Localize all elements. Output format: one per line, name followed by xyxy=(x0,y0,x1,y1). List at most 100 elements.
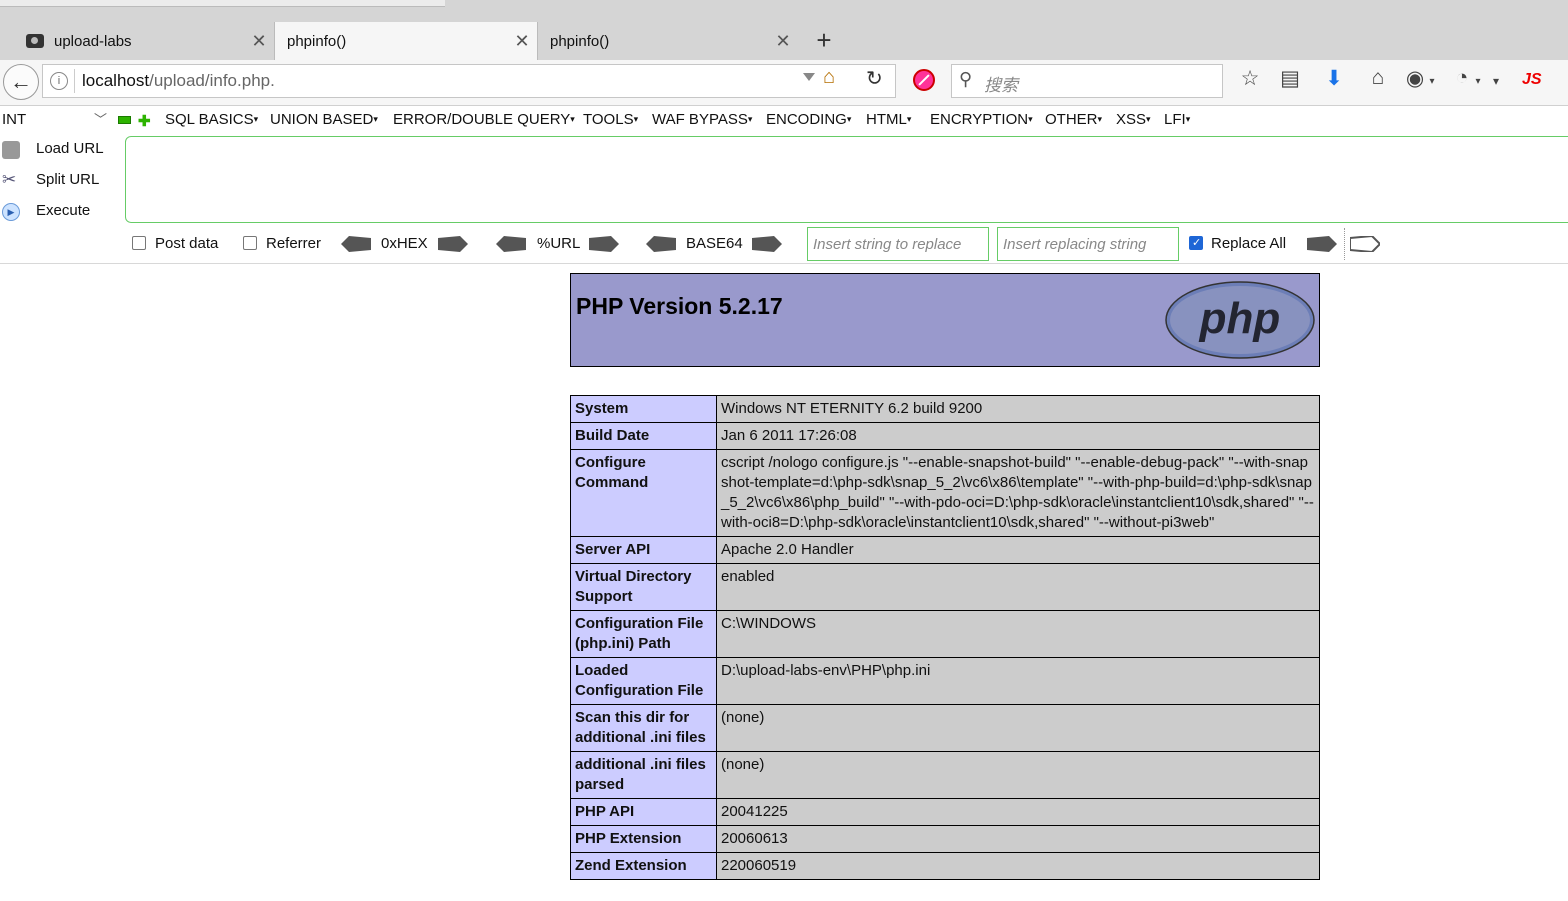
close-tab-icon[interactable]: ✕ xyxy=(507,31,537,52)
table-row: Loaded Configuration File D:\upload-labs-… xyxy=(570,657,1320,705)
menu-encoding[interactable]: ENCODING xyxy=(766,111,851,128)
info-key: Virtual Directory Support xyxy=(570,563,717,611)
url-decode-arrow-icon[interactable] xyxy=(496,236,526,252)
info-value: 220060519 xyxy=(716,852,1320,880)
type-select-value: INT xyxy=(2,111,27,128)
globe-dropdown-icon[interactable]: ▾ xyxy=(1426,76,1438,87)
php-version-title: PHP Version 5.2.17 xyxy=(576,293,783,319)
noscript-icon[interactable] xyxy=(913,69,935,91)
php-logo-text: php xyxy=(1199,294,1281,343)
load-url-label: Load URL xyxy=(36,140,104,157)
table-row: Build Date Jan 6 2011 17:26:08 xyxy=(570,422,1320,450)
table-row: Configuration File (php.ini) Path C:\WIND… xyxy=(570,610,1320,658)
url-divider xyxy=(74,69,75,93)
bookmark-star-icon[interactable]: ☆ xyxy=(1236,66,1264,91)
info-value: Windows NT ETERNITY 6.2 build 9200 xyxy=(716,395,1320,423)
php-info-table: System Windows NT ETERNITY 6.2 build 9200… xyxy=(570,395,1320,880)
referrer-checkbox[interactable] xyxy=(243,236,257,250)
tab-upload-labs[interactable]: upload-labs ✕ xyxy=(14,22,274,60)
download-icon[interactable]: ⬇ xyxy=(1320,66,1348,91)
info-key: Loaded Configuration File xyxy=(570,657,717,705)
back-button[interactable]: ← xyxy=(3,64,39,100)
post-data-label: Post data xyxy=(155,235,219,252)
info-value: enabled xyxy=(716,563,1320,611)
execute-label: Execute xyxy=(36,202,91,219)
base64-encode-arrow-icon[interactable] xyxy=(752,236,782,252)
table-row: Server API Apache 2.0 Handler xyxy=(570,536,1320,564)
info-value: 20041225 xyxy=(716,798,1320,826)
reading-list-icon[interactable]: ▤ xyxy=(1276,66,1304,91)
replacing-string-placeholder: Insert replacing string xyxy=(1003,236,1147,253)
menu-tools[interactable]: TOOLS xyxy=(583,111,638,128)
load-url-icon xyxy=(2,141,20,159)
close-tab-icon[interactable]: ✕ xyxy=(768,31,798,52)
table-row: PHP Extension 20060613 xyxy=(570,825,1320,853)
chevron-down-icon: ﹀ xyxy=(94,112,108,127)
base64-decode-arrow-icon[interactable] xyxy=(646,236,676,252)
info-key: PHP API xyxy=(570,798,717,826)
tab-title: upload-labs xyxy=(54,32,132,50)
url-dropdown-icon[interactable] xyxy=(803,73,815,81)
replace-all-checkbox[interactable] xyxy=(1189,236,1203,250)
info-value: cscript /nologo configure.js "--enable-s… xyxy=(716,449,1320,537)
info-icon[interactable]: i xyxy=(50,72,68,90)
home-icon[interactable]: ⌂ xyxy=(823,66,835,89)
info-key: System xyxy=(570,395,717,423)
menu-other[interactable]: OTHER xyxy=(1045,111,1102,128)
url-text[interactable]: localhost/upload/info.php. xyxy=(82,71,275,91)
post-data-checkbox[interactable] xyxy=(132,236,146,250)
menu-html[interactable]: HTML xyxy=(866,111,911,128)
menu-xss[interactable]: XSS xyxy=(1116,111,1151,128)
divider xyxy=(1344,228,1346,260)
info-value: 20060613 xyxy=(716,825,1320,853)
execute-button[interactable]: ▶ Execute xyxy=(0,199,118,225)
menu-waf-bypass[interactable]: WAF BYPASS xyxy=(652,111,752,128)
reload-icon[interactable]: ↻ xyxy=(866,66,883,91)
url-textarea[interactable] xyxy=(125,136,1568,223)
tab-phpinfo[interactable]: phpinfo() ✕ xyxy=(538,22,798,60)
tab-phpinfo-active[interactable]: phpinfo() ✕ xyxy=(274,22,538,60)
globe-icon[interactable]: ◉ xyxy=(1401,66,1429,91)
split-url-label: Split URL xyxy=(36,171,100,188)
menu-sql-basics[interactable]: SQL BASICS xyxy=(165,111,258,128)
close-tab-icon[interactable]: ✕ xyxy=(244,31,274,52)
info-value: (none) xyxy=(716,704,1320,752)
window-top-edge xyxy=(0,0,445,7)
info-key: PHP Extension xyxy=(570,825,717,853)
replace-all-label: Replace All xyxy=(1211,235,1287,252)
menu-error-double-query[interactable]: ERROR/DOUBLE QUERY xyxy=(393,111,575,128)
menu-encryption[interactable]: ENCRYPTION xyxy=(930,111,1033,128)
load-url-button[interactable]: Load URL xyxy=(0,137,118,163)
type-select[interactable]: INT ﹀ xyxy=(0,108,108,130)
base64-label: BASE64 xyxy=(686,235,743,252)
info-value: Jan 6 2011 17:26:08 xyxy=(716,422,1320,450)
info-value: D:\upload-labs-env\PHP\php.ini xyxy=(716,657,1320,705)
url-encode-label: %URL xyxy=(537,235,581,252)
info-key: additional .ini files parsed xyxy=(570,751,717,799)
menu-lfi[interactable]: LFI xyxy=(1164,111,1190,128)
home-page-icon[interactable]: ⌂ xyxy=(1364,66,1392,90)
replace-forward-arrow-icon[interactable] xyxy=(1307,236,1337,252)
table-row: Configure Command cscript /nologo configu… xyxy=(570,449,1320,537)
replace-string-input[interactable]: Insert string to replace xyxy=(807,227,989,261)
palette-dropdown-icon[interactable]: ▾ xyxy=(1472,76,1484,87)
replacing-string-input[interactable]: Insert replacing string xyxy=(997,227,1179,261)
menu-union-based[interactable]: UNION BASED xyxy=(270,111,378,128)
info-key: Zend Extension xyxy=(570,852,717,880)
replace-back-arrow-icon[interactable] xyxy=(1350,236,1380,252)
play-icon: ▶ xyxy=(2,203,20,221)
search-icon: ⚲ xyxy=(959,69,973,89)
tab-title: phpinfo() xyxy=(287,32,347,50)
new-tab-button[interactable]: + xyxy=(806,26,842,54)
table-row: PHP API 20041225 xyxy=(570,798,1320,826)
split-url-button[interactable]: ✂ Split URL xyxy=(0,168,118,194)
hex-decode-arrow-icon[interactable] xyxy=(341,236,371,252)
hex-encode-arrow-icon[interactable] xyxy=(438,236,468,252)
overflow-menu-icon[interactable]: ▾ xyxy=(1489,74,1503,88)
plus-icon[interactable]: ✚ xyxy=(138,112,151,130)
url-encode-arrow-icon[interactable] xyxy=(589,236,619,252)
info-key: Server API xyxy=(570,536,717,564)
js-toggle-icon[interactable]: JS xyxy=(1522,71,1542,89)
minus-icon[interactable] xyxy=(118,116,131,124)
referrer-label: Referrer xyxy=(266,235,322,252)
